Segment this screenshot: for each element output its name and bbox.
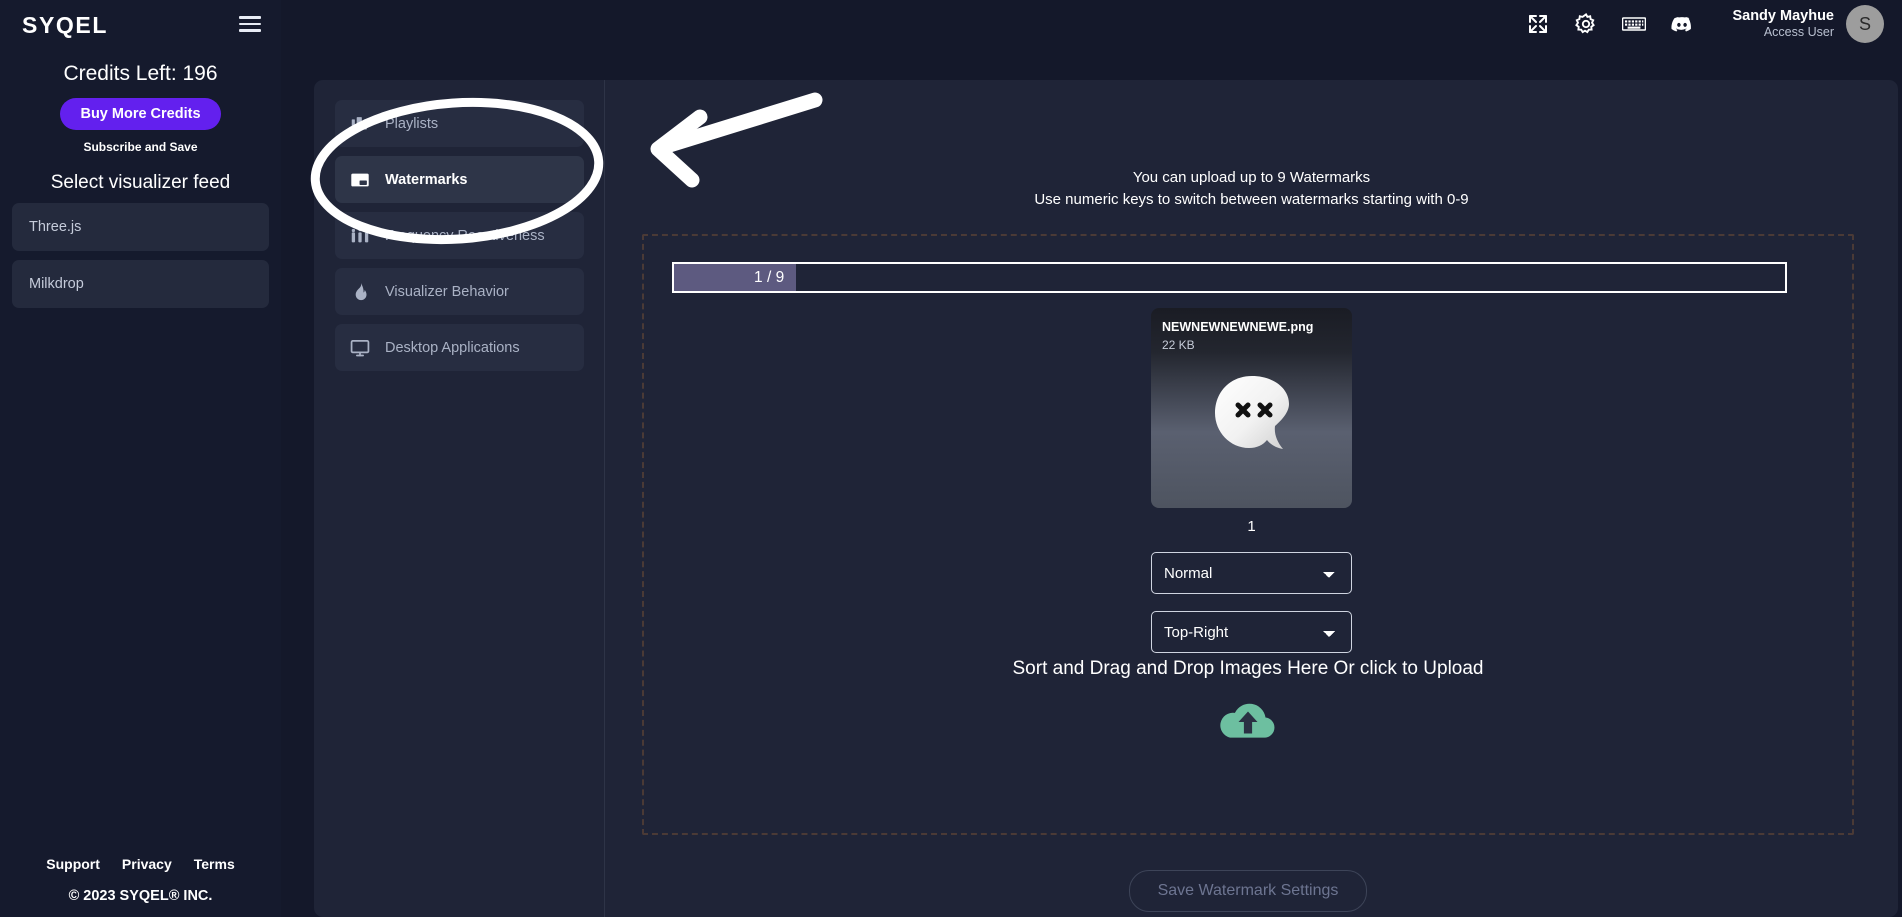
keyboard-icon[interactable] <box>1622 12 1647 36</box>
position-select[interactable]: Top-Right <box>1151 611 1352 653</box>
feed-item-label: Three.js <box>29 219 82 235</box>
user-name: Sandy Mayhue <box>1732 8 1834 25</box>
nav-item-playlists[interactable]: Playlists <box>335 100 584 147</box>
watermark-info-text: You can upload up to 9 Watermarks Use nu… <box>605 167 1898 211</box>
footer-links: Support Privacy Terms <box>0 856 281 872</box>
nav-item-desktop-applications[interactable]: Desktop Applications <box>335 324 584 371</box>
info-line-1: You can upload up to 9 Watermarks <box>1132 169 1371 186</box>
save-button-wrap: Save Watermark Settings <box>642 870 1854 912</box>
progressbar-fill: 1 / 9 <box>674 264 797 291</box>
settings-panel: Playlists Watermarks Frequency Reactiven… <box>314 80 1898 917</box>
upload-prompt-text[interactable]: Sort and Drag and Drop Images Here Or cl… <box>642 658 1854 680</box>
nav-item-frequency-reactiveness[interactable]: Frequency Reactiveness <box>335 212 584 259</box>
hamburger-menu-icon[interactable] <box>239 16 261 32</box>
watermarks-content: You can upload up to 9 Watermarks Use nu… <box>605 80 1898 917</box>
user-block[interactable]: Sandy Mayhue Access User S <box>1732 5 1884 43</box>
select-visualizer-feed-title: Select visualizer feed <box>50 172 231 193</box>
subscribe-and-save-label[interactable]: Subscribe and Save <box>0 140 281 154</box>
hamburger-line <box>239 22 261 26</box>
feed-item-milkdrop[interactable]: Milkdrop <box>12 260 269 308</box>
playlists-bars-icon <box>351 116 367 129</box>
sidebar: SYQEL Credits Left: 196 Buy More Credits… <box>0 0 281 917</box>
avatar[interactable]: S <box>1846 5 1884 43</box>
settings-nav: Playlists Watermarks Frequency Reactiven… <box>314 80 605 917</box>
sidebar-footer: Support Privacy Terms © 2023 SYQEL® INC. <box>0 856 281 917</box>
watermark-frame-icon <box>351 173 369 186</box>
flame-icon <box>355 282 367 300</box>
watermark-filename: NEWNEWNEWNEWE.png <box>1162 320 1314 334</box>
nav-item-visualizer-behavior[interactable]: Visualizer Behavior <box>335 268 584 315</box>
copyright-text: © 2023 SYQEL® INC. <box>68 888 213 904</box>
feed-item-label: Milkdrop <box>29 276 84 292</box>
watermark-item-stack: NEWNEWNEWNEWE.png 22 KB 1 Normal Top-Rig… <box>605 308 1898 653</box>
nav-item-label: Playlists <box>385 115 439 132</box>
save-watermark-settings-button[interactable]: Save Watermark Settings <box>1128 870 1368 912</box>
discord-icon[interactable] <box>1670 12 1694 36</box>
hamburger-line <box>239 29 261 32</box>
feed-item-threejs[interactable]: Three.js <box>12 203 269 251</box>
user-role: Access User <box>1763 25 1834 40</box>
footer-link-terms[interactable]: Terms <box>194 856 235 872</box>
hamburger-line <box>239 16 261 19</box>
watermark-slot-progressbar: 1 / 9 <box>672 262 1787 293</box>
nav-item-label: Desktop Applications <box>385 339 520 356</box>
watermark-thumbnail <box>1151 366 1352 470</box>
equalizer-icon <box>351 227 369 242</box>
topbar: Sandy Mayhue Access User S <box>1526 0 1902 48</box>
monitor-icon <box>350 339 370 356</box>
cloud-upload-icon[interactable] <box>642 698 1854 748</box>
watermark-card[interactable]: NEWNEWNEWNEWE.png 22 KB <box>1151 308 1352 508</box>
watermark-index-label: 1 <box>1247 518 1256 535</box>
user-text: Sandy Mayhue Access User <box>1732 7 1834 41</box>
fullscreen-expand-icon[interactable] <box>1526 12 1550 36</box>
sidebar-header: SYQEL <box>0 0 281 46</box>
info-line-2: Use numeric keys to switch between water… <box>1034 190 1469 208</box>
blend-mode-select[interactable]: Normal <box>1151 552 1352 594</box>
watermark-filesize: 22 KB <box>1162 338 1195 352</box>
gear-icon[interactable] <box>1574 12 1598 36</box>
brand-logo[interactable]: SYQEL <box>22 12 108 39</box>
ghost-blob-icon <box>1214 376 1289 449</box>
nav-item-label: Frequency Reactiveness <box>385 227 545 244</box>
nav-item-label: Watermarks <box>385 171 468 188</box>
credits-left-label: Credits Left: 196 <box>63 62 218 85</box>
footer-link-privacy[interactable]: Privacy <box>122 856 172 872</box>
buy-more-credits-button[interactable]: Buy More Credits <box>60 98 221 130</box>
nav-item-label: Visualizer Behavior <box>385 283 509 300</box>
nav-item-watermarks[interactable]: Watermarks <box>335 156 584 203</box>
footer-link-support[interactable]: Support <box>46 856 100 872</box>
main-stage: Sandy Mayhue Access User S Playlists Wat… <box>281 0 1902 917</box>
